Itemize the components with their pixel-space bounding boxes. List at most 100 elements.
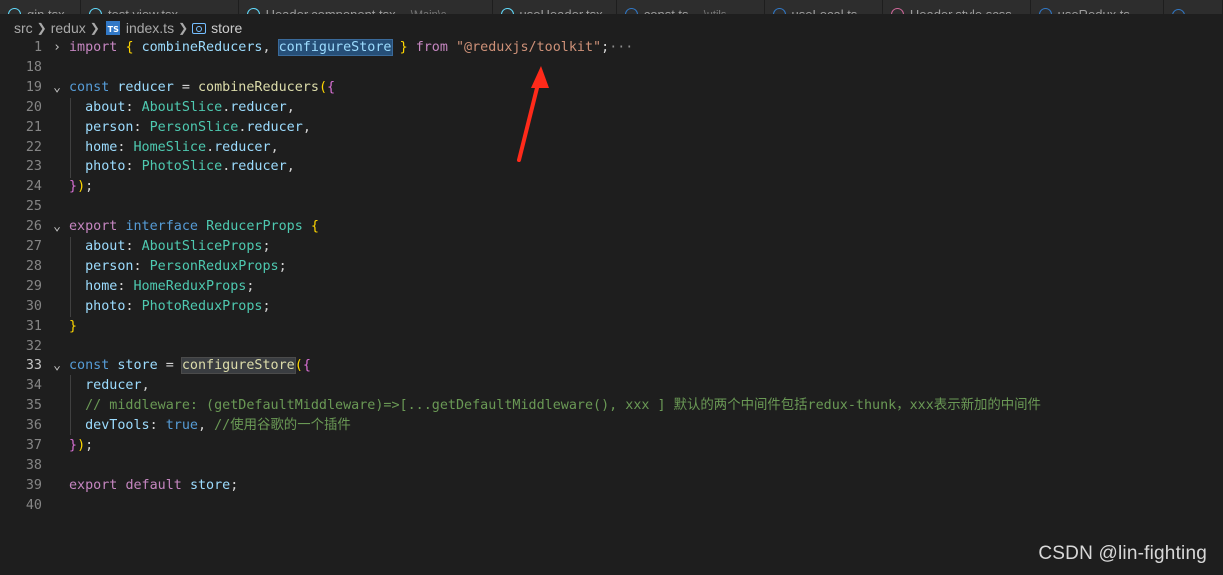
code-token: configureStore [277, 39, 393, 56]
code-line[interactable]: 22 home: HomeSlice.reducer, [0, 138, 1223, 158]
code-token: combineReducers [141, 40, 263, 55]
code-token: const [69, 358, 110, 374]
code-token: reducer [230, 159, 287, 175]
code-line[interactable]: 39 export default store; [0, 476, 1223, 496]
tab-label: gin.tsx [27, 7, 65, 14]
code-line[interactable]: 35 // middleware: (getDefaultMiddleware)… [0, 396, 1223, 416]
code-token: } [69, 318, 78, 334]
editor-tab-bar: gin.tsx test.view.tsx Header.component.tsx… [0, 0, 1223, 14]
breadcrumb-item-src[interactable]: src [14, 20, 33, 36]
line-number: 21 [25, 119, 42, 135]
code-token: // middleware: (getDefaultMiddleware)=>[… [85, 398, 1041, 414]
code-line[interactable]: 26 ⌄ export interface ReducerProps { [0, 217, 1223, 237]
code-line[interactable]: 34 reducer, [0, 376, 1223, 396]
fold-expanded-icon[interactable]: ⌄ [51, 217, 63, 237]
code-content: person: PersonReduxProps; [69, 257, 287, 277]
code-token: store [189, 477, 231, 493]
code-token: import [69, 40, 118, 55]
code-content: home: HomeSlice.reducer, [69, 138, 279, 158]
fold-expanded-icon[interactable]: ⌄ [51, 78, 63, 98]
code-token: ; [262, 298, 271, 314]
fold-collapsed-icon[interactable]: › [51, 38, 63, 58]
editor-tab[interactable]: useRedux.ts [1030, 0, 1164, 14]
breadcrumb-item-symbol[interactable]: store [211, 20, 242, 36]
code-token: PersonSlice [149, 119, 239, 135]
line-number: 36 [25, 418, 42, 434]
csdn-watermark: CSDN @lin-fighting [1038, 543, 1207, 564]
code-line[interactable]: 1 › import { combineReducers, configureSto… [0, 38, 1223, 58]
code-token: export [69, 219, 118, 235]
code-token: , [141, 378, 150, 394]
code-token: from [415, 40, 448, 55]
code-token: const [69, 79, 110, 95]
code-line[interactable]: 40 [0, 496, 1223, 516]
line-number: 32 [25, 338, 42, 354]
react-icon [500, 8, 514, 14]
chevron-right-icon: ❯ [89, 21, 100, 35]
code-line[interactable]: 32 [0, 337, 1223, 357]
code-line[interactable]: 30 photo: PhotoReduxProps; [0, 297, 1223, 317]
breadcrumb-item-redux[interactable]: redux [51, 20, 86, 36]
code-line[interactable]: 19 ⌄ const reducer = combineReducers({ [0, 78, 1223, 98]
code-token: ) [77, 438, 86, 453]
code-editor[interactable]: 1 › import { combineReducers, configureSto… [0, 38, 1223, 575]
editor-tab[interactable]: test.view.tsx [80, 0, 239, 14]
code-token: interface [125, 219, 198, 235]
code-token: ( [318, 79, 327, 95]
code-token: { [310, 219, 319, 235]
tab-label: const.ts [644, 7, 689, 14]
line-number: 37 [25, 438, 42, 453]
vscode-window: gin.tsx test.view.tsx Header.component.tsx… [0, 0, 1223, 575]
code-token: true [165, 418, 198, 434]
editor-tab[interactable] [1163, 0, 1223, 14]
code-token: { [125, 40, 134, 55]
code-token: about [85, 239, 126, 254]
code-line[interactable]: 36 devTools: true, //使用谷歌的一个插件 [0, 416, 1223, 436]
code-content: home: HomeReduxProps; [69, 277, 254, 297]
code-content: import { combineReducers, configureStore… [69, 38, 633, 58]
editor-tab[interactable]: useLocal.ts [764, 0, 883, 14]
code-line[interactable]: 20 about: AboutSlice.reducer, [0, 98, 1223, 118]
code-line[interactable]: 29 home: HomeReduxProps; [0, 277, 1223, 297]
code-line[interactable]: 27 about: AboutSliceProps; [0, 237, 1223, 257]
line-number: 19 [25, 79, 42, 95]
code-token: ; [85, 438, 94, 453]
code-token: PhotoSlice [141, 159, 223, 175]
line-number: 22 [25, 139, 42, 155]
code-token: } [399, 40, 408, 55]
code-token: : [117, 278, 134, 294]
editor-tab[interactable]: Header.component.tsx ...\Main\c... [238, 0, 493, 14]
line-number: 29 [25, 278, 42, 294]
code-token: = [173, 79, 198, 95]
sass-icon [890, 8, 904, 14]
editor-tab[interactable]: Header.style.scss [882, 0, 1031, 14]
code-line[interactable]: 31} [0, 317, 1223, 337]
tab-label: Header.style.scss [910, 7, 1012, 14]
fold-expanded-icon[interactable]: ⌄ [51, 356, 63, 376]
code-line[interactable]: 38 [0, 456, 1223, 476]
code-line[interactable]: 23 photo: PhotoSlice.reducer, [0, 157, 1223, 177]
code-line[interactable]: 33 ⌄ const store = configureStore({ [0, 356, 1223, 376]
code-line[interactable]: 24}); [0, 177, 1223, 197]
code-token: person [85, 119, 134, 135]
editor-tab[interactable]: gin.tsx [0, 0, 81, 14]
code-line[interactable]: 18 [0, 58, 1223, 78]
code-token: devTools [85, 418, 150, 434]
code-token: . [206, 139, 215, 155]
code-line[interactable]: 28 person: PersonReduxProps; [0, 257, 1223, 277]
code-line[interactable]: 25 [0, 197, 1223, 217]
tab-description: ...\utils [695, 9, 727, 15]
breadcrumb-item-file[interactable]: index.ts [126, 20, 174, 36]
line-number: 40 [25, 497, 42, 513]
code-token: ··· [609, 40, 634, 55]
editor-tab[interactable]: useHeader.tsx [492, 0, 617, 14]
editor-tab[interactable]: const.ts ...\utils [616, 0, 765, 15]
code-line[interactable]: 21 person: PersonSlice.reducer, [0, 118, 1223, 138]
code-line[interactable]: 37}); [0, 436, 1223, 456]
typescript-icon [624, 8, 638, 14]
